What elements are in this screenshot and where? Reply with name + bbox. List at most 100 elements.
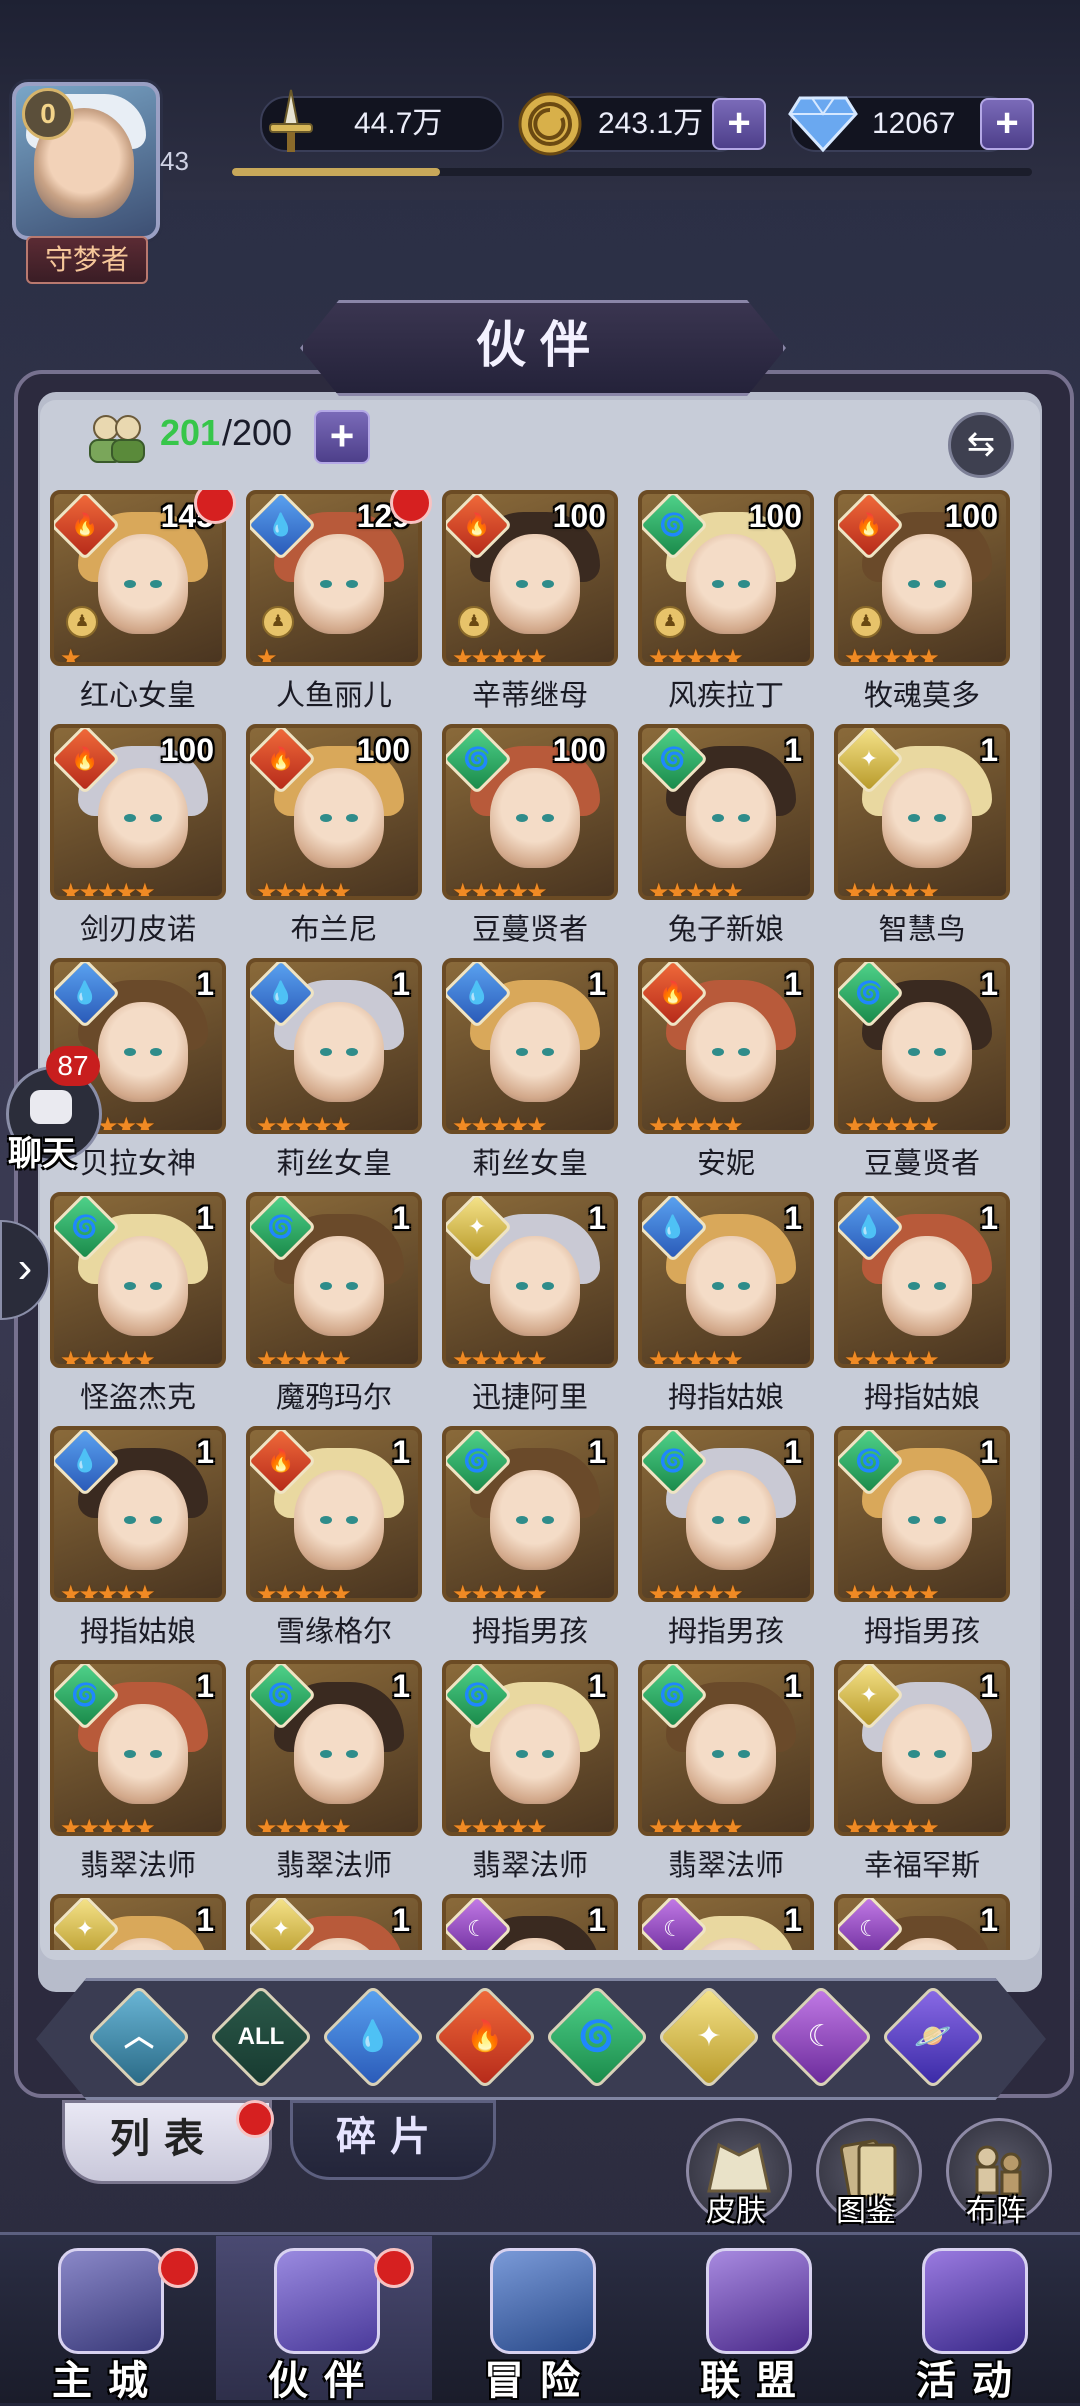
nav-item-3[interactable]: 联盟	[648, 2236, 864, 2403]
hero-card[interactable]: 💧 1 ★★★★★ 莉丝女皇	[246, 958, 422, 1194]
add-gold-button[interactable]: +	[712, 98, 766, 150]
hero-card[interactable]: 🔥 100 ♟ ★★★★★ 辛蒂继母	[442, 490, 618, 726]
hero-name: 拇指姑娘	[667, 1382, 784, 1414]
chat-label[interactable]: 聊天	[8, 1126, 76, 1175]
hero-level: 1	[392, 966, 410, 1002]
hero-eye	[124, 580, 136, 588]
hero-card[interactable]: 💧 1 ★★★★★ 拇指姑娘	[638, 1192, 814, 1428]
hero-stars: ★★★★★	[256, 1815, 352, 1836]
hero-portrait: 🌀 1 ★★★★★	[834, 958, 1010, 1134]
player-title-badge[interactable]: 守梦者	[26, 236, 148, 284]
hero-level: 100	[748, 498, 802, 534]
hero-level: 100	[160, 732, 214, 768]
hero-name: 风疾拉丁	[667, 680, 784, 712]
hero-portrait: 🔥 100 ♟ ★★★★★	[442, 490, 618, 666]
expand-roster-button[interactable]: +	[314, 410, 370, 464]
hero-eye	[124, 1750, 136, 1758]
hero-portrait: ☾1★★★★★	[638, 1894, 814, 1950]
hero-card[interactable]: ✦ 1 ★★★★★ 迅捷阿里	[442, 1192, 618, 1428]
hero-card[interactable]: 🌀 100 ★★★★★ 豆蔓贤者	[442, 724, 618, 960]
hero-portrait: 🌀 1 ★★★★★	[246, 1660, 422, 1836]
rank-pawn-icon: ♟	[654, 606, 686, 638]
hero-eye	[908, 1750, 920, 1758]
hero-name: 翡翠法师	[275, 1850, 392, 1882]
hero-face	[490, 534, 580, 634]
tab-fragments-label[interactable]: 碎片	[290, 2100, 490, 2174]
hero-level: 1	[784, 1902, 802, 1938]
hero-card[interactable]: 💧 129 ♟ ★ 人鱼丽儿	[246, 490, 432, 726]
hero-name: 豆蔓贤者	[863, 1148, 980, 1180]
hero-name: 红心女皇	[79, 680, 196, 712]
hero-card[interactable]: 🌀 1 ★★★★★ 拇指男孩	[638, 1426, 814, 1662]
element-glyph: 🌀	[71, 1682, 99, 1707]
hero-card[interactable]: 🔥 145 ♟ ★ 红心女皇	[50, 490, 236, 726]
tab-list-label[interactable]: 列表	[62, 2100, 266, 2178]
hero-card[interactable]: 🌀 1 ★★★★★ 翡翠法师	[50, 1660, 226, 1896]
hero-eye	[346, 1750, 358, 1758]
hero-level: 1	[980, 1434, 998, 1470]
hero-card[interactable]: 🔥 100 ★★★★★ 布兰尼	[246, 724, 422, 960]
sort-toggle-button[interactable]: ⇆	[948, 412, 1014, 478]
compass-icon	[490, 2248, 596, 2354]
hero-eye	[320, 1516, 332, 1524]
hero-face	[294, 534, 384, 634]
hero-stars: ★★★★★	[648, 1347, 744, 1368]
hero-eye	[346, 1282, 358, 1290]
hero-card[interactable]: 🔥 1 ★★★★★ 雪缘格尔	[246, 1426, 422, 1662]
element-glyph: ✦	[859, 746, 879, 771]
hero-card[interactable]: 🌀 1 ★★★★★ 拇指男孩	[442, 1426, 618, 1662]
hero-eye	[542, 814, 554, 822]
hero-portrait: 🌀 100 ★★★★★	[442, 724, 618, 900]
nav-item-4[interactable]: 活动	[864, 2236, 1080, 2403]
hero-face	[686, 1704, 776, 1804]
hero-card[interactable]: 🌀 1 ★★★★★ 怪盗杰克	[50, 1192, 226, 1428]
element-glyph: 🔥	[71, 512, 99, 537]
hero-face	[882, 1002, 972, 1102]
hero-card[interactable]: 🔥 1 ★★★★★ 安妮	[638, 958, 814, 1194]
hero-level: 1	[588, 1200, 606, 1236]
hero-name: 辛蒂继母	[471, 680, 588, 712]
filter-base-icon: ︿	[124, 2020, 154, 2053]
hero-stars: ★★★★★	[452, 879, 548, 900]
hero-card[interactable]: 💧 1 ★★★★★ 莉丝女皇	[442, 958, 618, 1194]
hero-card[interactable]: 🌀 1 ★★★★★ 拇指男孩	[834, 1426, 1010, 1662]
hero-eye	[150, 1048, 162, 1056]
hero-card[interactable]: 🔥 100 ★★★★★ 剑刃皮诺	[50, 724, 226, 960]
gold-value: 243.1万	[598, 107, 704, 140]
hero-stars: ★★★★★	[60, 1581, 156, 1602]
hat-icon	[274, 2248, 380, 2354]
hero-stars: ★★★★★	[60, 1815, 156, 1836]
hero-card[interactable]: 🔥 100 ♟ ★★★★★ 牧魂莫多	[834, 490, 1010, 726]
hero-eye	[320, 814, 332, 822]
hero-card[interactable]: ✦ 1 ★★★★★ 幸福罕斯	[834, 1660, 1010, 1896]
hero-card[interactable]: ☾1★★★★★	[442, 1894, 618, 1950]
hero-level: 1	[784, 966, 802, 1002]
hero-card[interactable]: 🌀 1 ★★★★★ 魔鸦玛尔	[246, 1192, 422, 1428]
hero-card[interactable]: ☾1★★★★★	[638, 1894, 814, 1950]
hero-card[interactable]: 🌀 1 ★★★★★ 翡翠法师	[246, 1660, 422, 1896]
element-glyph: 💧	[71, 980, 99, 1005]
hero-card[interactable]: ✦1★★★★★	[246, 1894, 422, 1950]
hero-level: 1	[980, 1902, 998, 1938]
hero-card[interactable]: 🌀 100 ♟ ★★★★★ 风疾拉丁	[638, 490, 814, 726]
element-glyph: 🌀	[463, 1682, 491, 1707]
hero-card[interactable]: 💧 1 ★★★★★ 拇指姑娘	[834, 1192, 1010, 1428]
hero-card[interactable]: 🌀 1 ★★★★★ 翡翠法师	[442, 1660, 618, 1896]
nav-item-0[interactable]: 主城	[0, 2236, 216, 2403]
hero-card[interactable]: ✦ 1 ★★★★★ 智慧鸟	[834, 724, 1010, 960]
hero-card[interactable]: 💧 1 ★★★★★ 拇指姑娘	[50, 1426, 226, 1662]
nav-label: 伙伴	[268, 2359, 380, 2403]
nav-item-1[interactable]: 伙伴	[216, 2236, 432, 2403]
hero-card[interactable]: 🌀 1 ★★★★★ 豆蔓贤者	[834, 958, 1010, 1194]
hero-portrait: 🌀 1 ★★★★★	[638, 1660, 814, 1836]
hero-name: 怪盗杰克	[79, 1382, 196, 1414]
hero-card[interactable]: 🌀 1 ★★★★★ 兔子新娘	[638, 724, 814, 960]
add-gems-button[interactable]: +	[980, 98, 1034, 150]
element-glyph: 🌀	[463, 1448, 491, 1473]
nav-item-2[interactable]: 冒险	[432, 2236, 648, 2403]
hero-eye	[908, 1516, 920, 1524]
hero-eye	[124, 1282, 136, 1290]
hero-card[interactable]: ✦1★★★★★	[50, 1894, 226, 1950]
hero-card[interactable]: ☾1★★★★★	[834, 1894, 1010, 1950]
hero-card[interactable]: 🌀 1 ★★★★★ 翡翠法师	[638, 1660, 814, 1896]
